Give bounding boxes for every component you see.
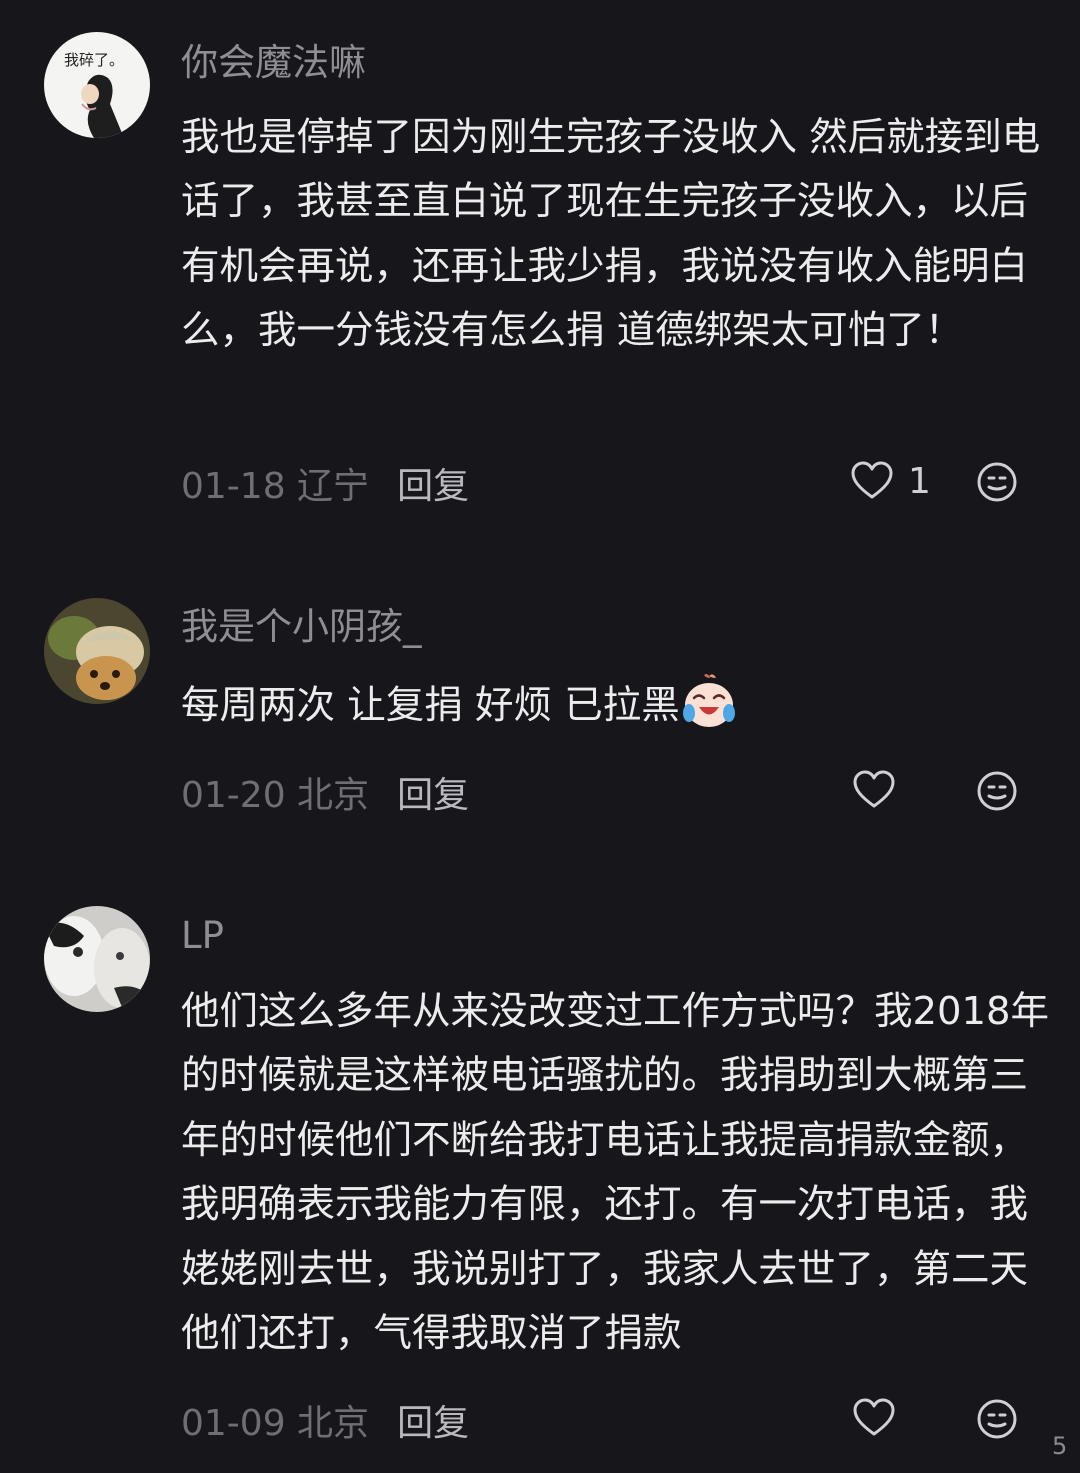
avatar-image	[44, 598, 150, 704]
like-button[interactable]	[852, 1395, 896, 1441]
comment-meta: 01-18 辽宁 回复	[181, 461, 469, 507]
date-location: 01-09 北京	[181, 1403, 370, 1444]
heart-icon	[853, 1398, 895, 1436]
like-button[interactable]	[852, 767, 896, 813]
watermark: 5	[1052, 1432, 1068, 1460]
username[interactable]: 你会魔法嘛	[181, 41, 366, 85]
reply-button[interactable]: 回复	[397, 1394, 469, 1446]
avatar[interactable]	[44, 906, 150, 1012]
comment-text: 他们这么多年从来没改变过工作方式吗？我2018年的时候就是这样被电话骚扰的。我捐…	[181, 989, 1049, 1357]
avatar-image	[44, 906, 150, 1012]
comment-text-content: 每周两次 让复捐 好烦 已拉黑	[181, 683, 680, 728]
username[interactable]: 我是个小阴孩_	[181, 605, 422, 649]
emoji-reaction-button[interactable]	[975, 769, 1019, 813]
avatar-image: 我碎了。	[44, 32, 150, 138]
comment-text: 我也是停掉了因为刚生完孩子没收入 然后就接到电话了，我甚至直白说了现在生完孩子没…	[181, 115, 1041, 354]
crying-laughing-emoji-icon	[680, 672, 738, 730]
avatar-text: 我碎了。	[64, 51, 124, 69]
smiley-icon	[977, 462, 1017, 502]
comment-meta: 01-09 北京 回复	[181, 1398, 469, 1444]
emoji-reaction-button[interactable]	[975, 460, 1019, 504]
reply-button[interactable]: 回复	[397, 457, 469, 509]
comment-text: 每周两次 让复捐 好烦 已拉黑	[181, 672, 1051, 738]
smiley-icon	[977, 771, 1017, 811]
heart-icon	[851, 461, 893, 499]
reply-button[interactable]: 回复	[397, 766, 469, 818]
date-location: 01-20 北京	[181, 775, 370, 816]
heart-icon	[853, 770, 895, 808]
like-button[interactable]: 1	[850, 458, 931, 504]
emoji-reaction-button[interactable]	[975, 1397, 1019, 1441]
smiley-icon	[977, 1399, 1017, 1439]
avatar[interactable]: 我碎了。	[44, 32, 150, 138]
comment-meta: 01-20 北京 回复	[181, 770, 469, 816]
date-location: 01-18 辽宁	[181, 466, 370, 507]
like-count: 1	[908, 460, 931, 502]
username[interactable]: LP	[181, 914, 224, 958]
avatar[interactable]	[44, 598, 150, 704]
